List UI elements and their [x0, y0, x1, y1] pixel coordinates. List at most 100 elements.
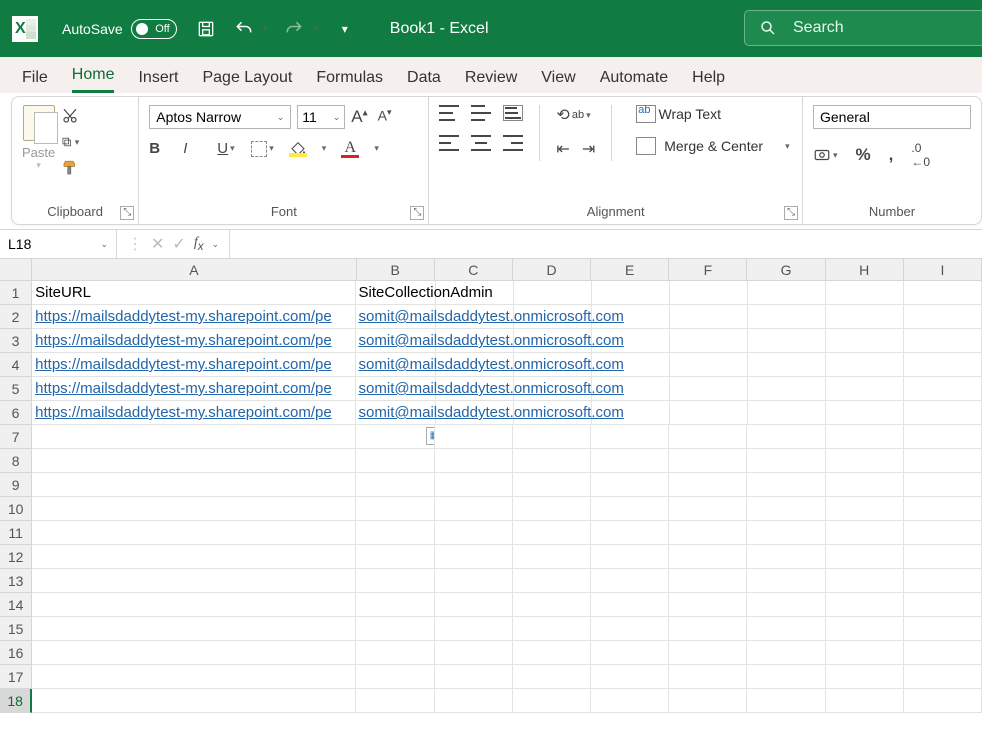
autosave-toggle[interactable]: Off [131, 19, 177, 39]
cell-E16[interactable] [591, 641, 669, 665]
tab-home[interactable]: Home [72, 66, 115, 93]
cell-A5[interactable]: https://mailsdaddytest-my.sharepoint.com… [32, 377, 355, 401]
cell-I1[interactable] [904, 281, 982, 305]
cell-G11[interactable] [747, 521, 825, 545]
cell-E17[interactable] [591, 665, 669, 689]
tab-help[interactable]: Help [692, 69, 725, 93]
font-size-select[interactable]: 11⌄ [297, 105, 345, 129]
align-middle-button[interactable] [471, 105, 491, 121]
cell-H11[interactable] [826, 521, 904, 545]
row-header-2[interactable]: 2 [0, 305, 32, 329]
cell-A12[interactable] [32, 545, 356, 569]
cell-I14[interactable] [904, 593, 982, 617]
orientation-button[interactable]: ⟲ab▾ [556, 105, 590, 125]
cell-A1[interactable]: SiteURL [32, 281, 355, 305]
decrease-font-button[interactable]: A▾ [378, 107, 392, 127]
cell-G18[interactable] [747, 689, 825, 713]
row-header-13[interactable]: 13 [0, 569, 32, 593]
cell-D15[interactable] [513, 617, 591, 641]
align-right-button[interactable] [503, 135, 523, 151]
cell-F16[interactable] [669, 641, 747, 665]
underline-button[interactable]: U▾ [217, 140, 237, 157]
redo-button[interactable] [283, 18, 305, 40]
name-box[interactable]: L18 ⌄ [0, 230, 117, 258]
cell-A10[interactable] [32, 497, 356, 521]
cell-B14[interactable] [356, 593, 434, 617]
fill-color-button[interactable] [288, 141, 308, 157]
cell-C9[interactable] [435, 473, 513, 497]
cell-C16[interactable] [435, 641, 513, 665]
paste-button[interactable]: Paste [22, 145, 55, 160]
merge-center-button[interactable]: Merge & Center ▾ [636, 137, 789, 155]
cell-I17[interactable] [904, 665, 982, 689]
row-header-8[interactable]: 8 [0, 449, 32, 473]
cell-F17[interactable] [669, 665, 747, 689]
cell-I5[interactable] [904, 377, 982, 401]
cell-I15[interactable] [904, 617, 982, 641]
row-header-12[interactable]: 12 [0, 545, 32, 569]
paste-icon[interactable] [23, 105, 55, 141]
cell-H6[interactable] [826, 401, 904, 425]
tab-view[interactable]: View [541, 69, 575, 93]
cell-E13[interactable] [591, 569, 669, 593]
cell-I10[interactable] [904, 497, 982, 521]
cell-H8[interactable] [826, 449, 904, 473]
autosave-control[interactable]: AutoSave Off [62, 19, 177, 39]
cell-A8[interactable] [32, 449, 356, 473]
search-box[interactable]: Search [744, 10, 982, 46]
cell-G10[interactable] [747, 497, 825, 521]
cell-B15[interactable] [356, 617, 434, 641]
cell-I4[interactable] [904, 353, 982, 377]
cell-G6[interactable] [748, 401, 826, 425]
cell-F10[interactable] [669, 497, 747, 521]
cell-E10[interactable] [591, 497, 669, 521]
cancel-formula-button[interactable]: ✕ [151, 234, 164, 254]
cell-E7[interactable] [591, 425, 669, 449]
cell-A3[interactable]: https://mailsdaddytest-my.sharepoint.com… [32, 329, 355, 353]
italic-button[interactable]: I [183, 140, 203, 157]
tab-review[interactable]: Review [465, 69, 517, 93]
cell-G3[interactable] [748, 329, 826, 353]
row-header-1[interactable]: 1 [0, 281, 32, 305]
cell-G8[interactable] [747, 449, 825, 473]
cell-B6[interactable]: somit@mailsdaddytest.onmicrosoft.com [356, 401, 436, 425]
cell-A17[interactable] [32, 665, 356, 689]
cell-B3[interactable]: somit@mailsdaddytest.onmicrosoft.com [356, 329, 436, 353]
row-header-4[interactable]: 4 [0, 353, 32, 377]
clipboard-dialog-launcher[interactable]: ⤡ [120, 206, 134, 220]
cell-A16[interactable] [32, 641, 356, 665]
col-header-D[interactable]: D [513, 259, 591, 281]
percent-style-button[interactable]: % [856, 145, 871, 165]
cell-E12[interactable] [591, 545, 669, 569]
col-header-B[interactable]: B [357, 259, 435, 281]
align-top-button[interactable] [439, 105, 459, 121]
row-header-15[interactable]: 15 [0, 617, 32, 641]
cell-H18[interactable] [826, 689, 904, 713]
increase-font-button[interactable]: A▴ [351, 107, 367, 127]
cell-D11[interactable] [513, 521, 591, 545]
cell-F14[interactable] [669, 593, 747, 617]
cell-F15[interactable] [669, 617, 747, 641]
cell-B5[interactable]: somit@mailsdaddytest.onmicrosoft.com [356, 377, 436, 401]
select-all-corner[interactable] [0, 259, 32, 281]
align-center-button[interactable] [471, 135, 491, 151]
cell-H9[interactable] [826, 473, 904, 497]
cell-C15[interactable] [435, 617, 513, 641]
cell-E8[interactable] [591, 449, 669, 473]
cell-C10[interactable] [435, 497, 513, 521]
cell-F13[interactable] [669, 569, 747, 593]
font-color-button[interactable]: A [340, 139, 360, 158]
cell-I6[interactable] [904, 401, 982, 425]
cell-D12[interactable] [513, 545, 591, 569]
cell-H1[interactable] [826, 281, 904, 305]
cell-G17[interactable] [747, 665, 825, 689]
cell-A18[interactable] [32, 689, 356, 713]
comma-style-button[interactable]: , [889, 145, 894, 165]
tab-page-layout[interactable]: Page Layout [202, 69, 292, 93]
cell-A9[interactable] [32, 473, 356, 497]
align-left-button[interactable] [439, 135, 459, 151]
wrap-text-button[interactable]: ab Wrap Text [636, 105, 789, 123]
cell-G13[interactable] [747, 569, 825, 593]
row-header-7[interactable]: 7 [0, 425, 32, 449]
cell-I18[interactable] [904, 689, 982, 713]
